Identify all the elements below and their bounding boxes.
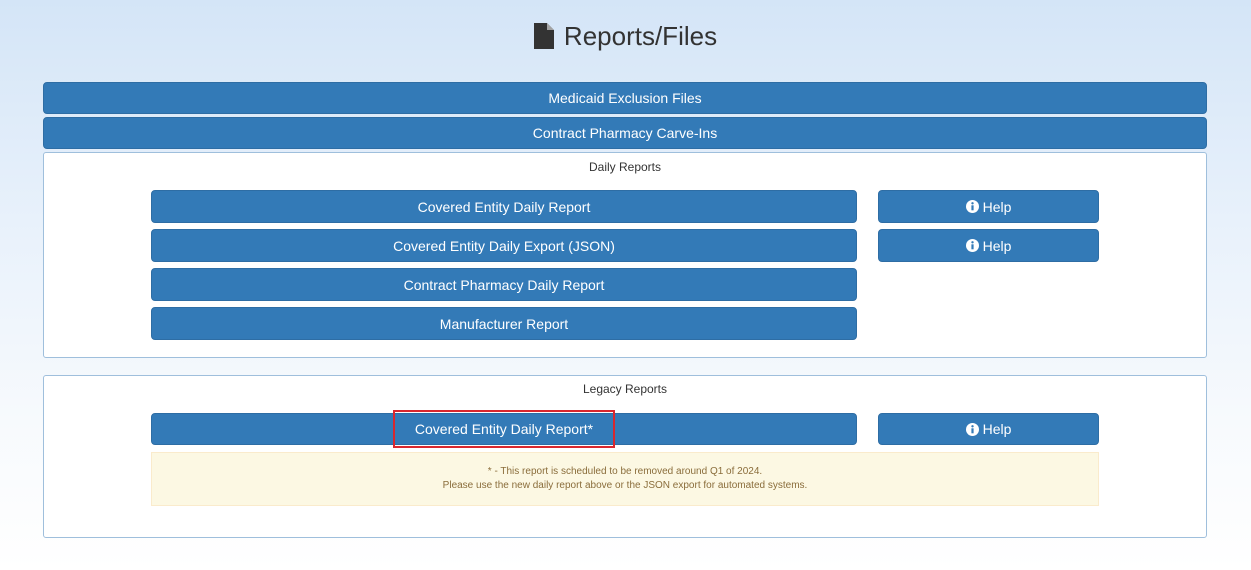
help-label: Help [982,237,1012,254]
deprecation-notice-line-1: * - This report is scheduled to be remov… [487,466,763,477]
info-circle-icon [965,422,979,436]
manufacturer-report-button[interactable]: Manufacturer Report [151,307,857,340]
covered-entity-daily-export-help-button[interactable]: Help [878,229,1099,262]
contract-pharmacy-carve-ins-button[interactable]: Contract Pharmacy Carve-Ins [43,117,1207,149]
page-title: Reports/Files [563,20,718,51]
covered-entity-daily-report-button[interactable]: Covered Entity Daily Report [151,190,857,223]
deprecation-notice: * - This report is scheduled to be remov… [151,452,1099,506]
medicaid-exclusion-files-button[interactable]: Medicaid Exclusion Files [43,82,1207,114]
daily-reports-title: Daily Reports [588,160,662,174]
file-icon [533,23,554,49]
legacy-covered-entity-help-button[interactable]: Help [878,413,1099,445]
help-label: Help [982,198,1012,215]
help-label: Help [982,421,1012,437]
deprecation-notice-line-2: Please use the new daily report above or… [442,480,808,491]
info-circle-icon [965,200,979,213]
info-circle-icon [965,239,979,252]
contract-pharmacy-daily-report-button[interactable]: Contract Pharmacy Daily Report [151,268,857,301]
covered-entity-daily-report-help-button[interactable]: Help [878,190,1099,223]
legacy-covered-entity-daily-report-button[interactable]: Covered Entity Daily Report* [151,413,857,445]
legacy-reports-title: Legacy Reports [582,382,668,396]
page-header: Reports/Files [0,16,1251,56]
covered-entity-daily-export-json-button[interactable]: Covered Entity Daily Export (JSON) [151,229,857,262]
